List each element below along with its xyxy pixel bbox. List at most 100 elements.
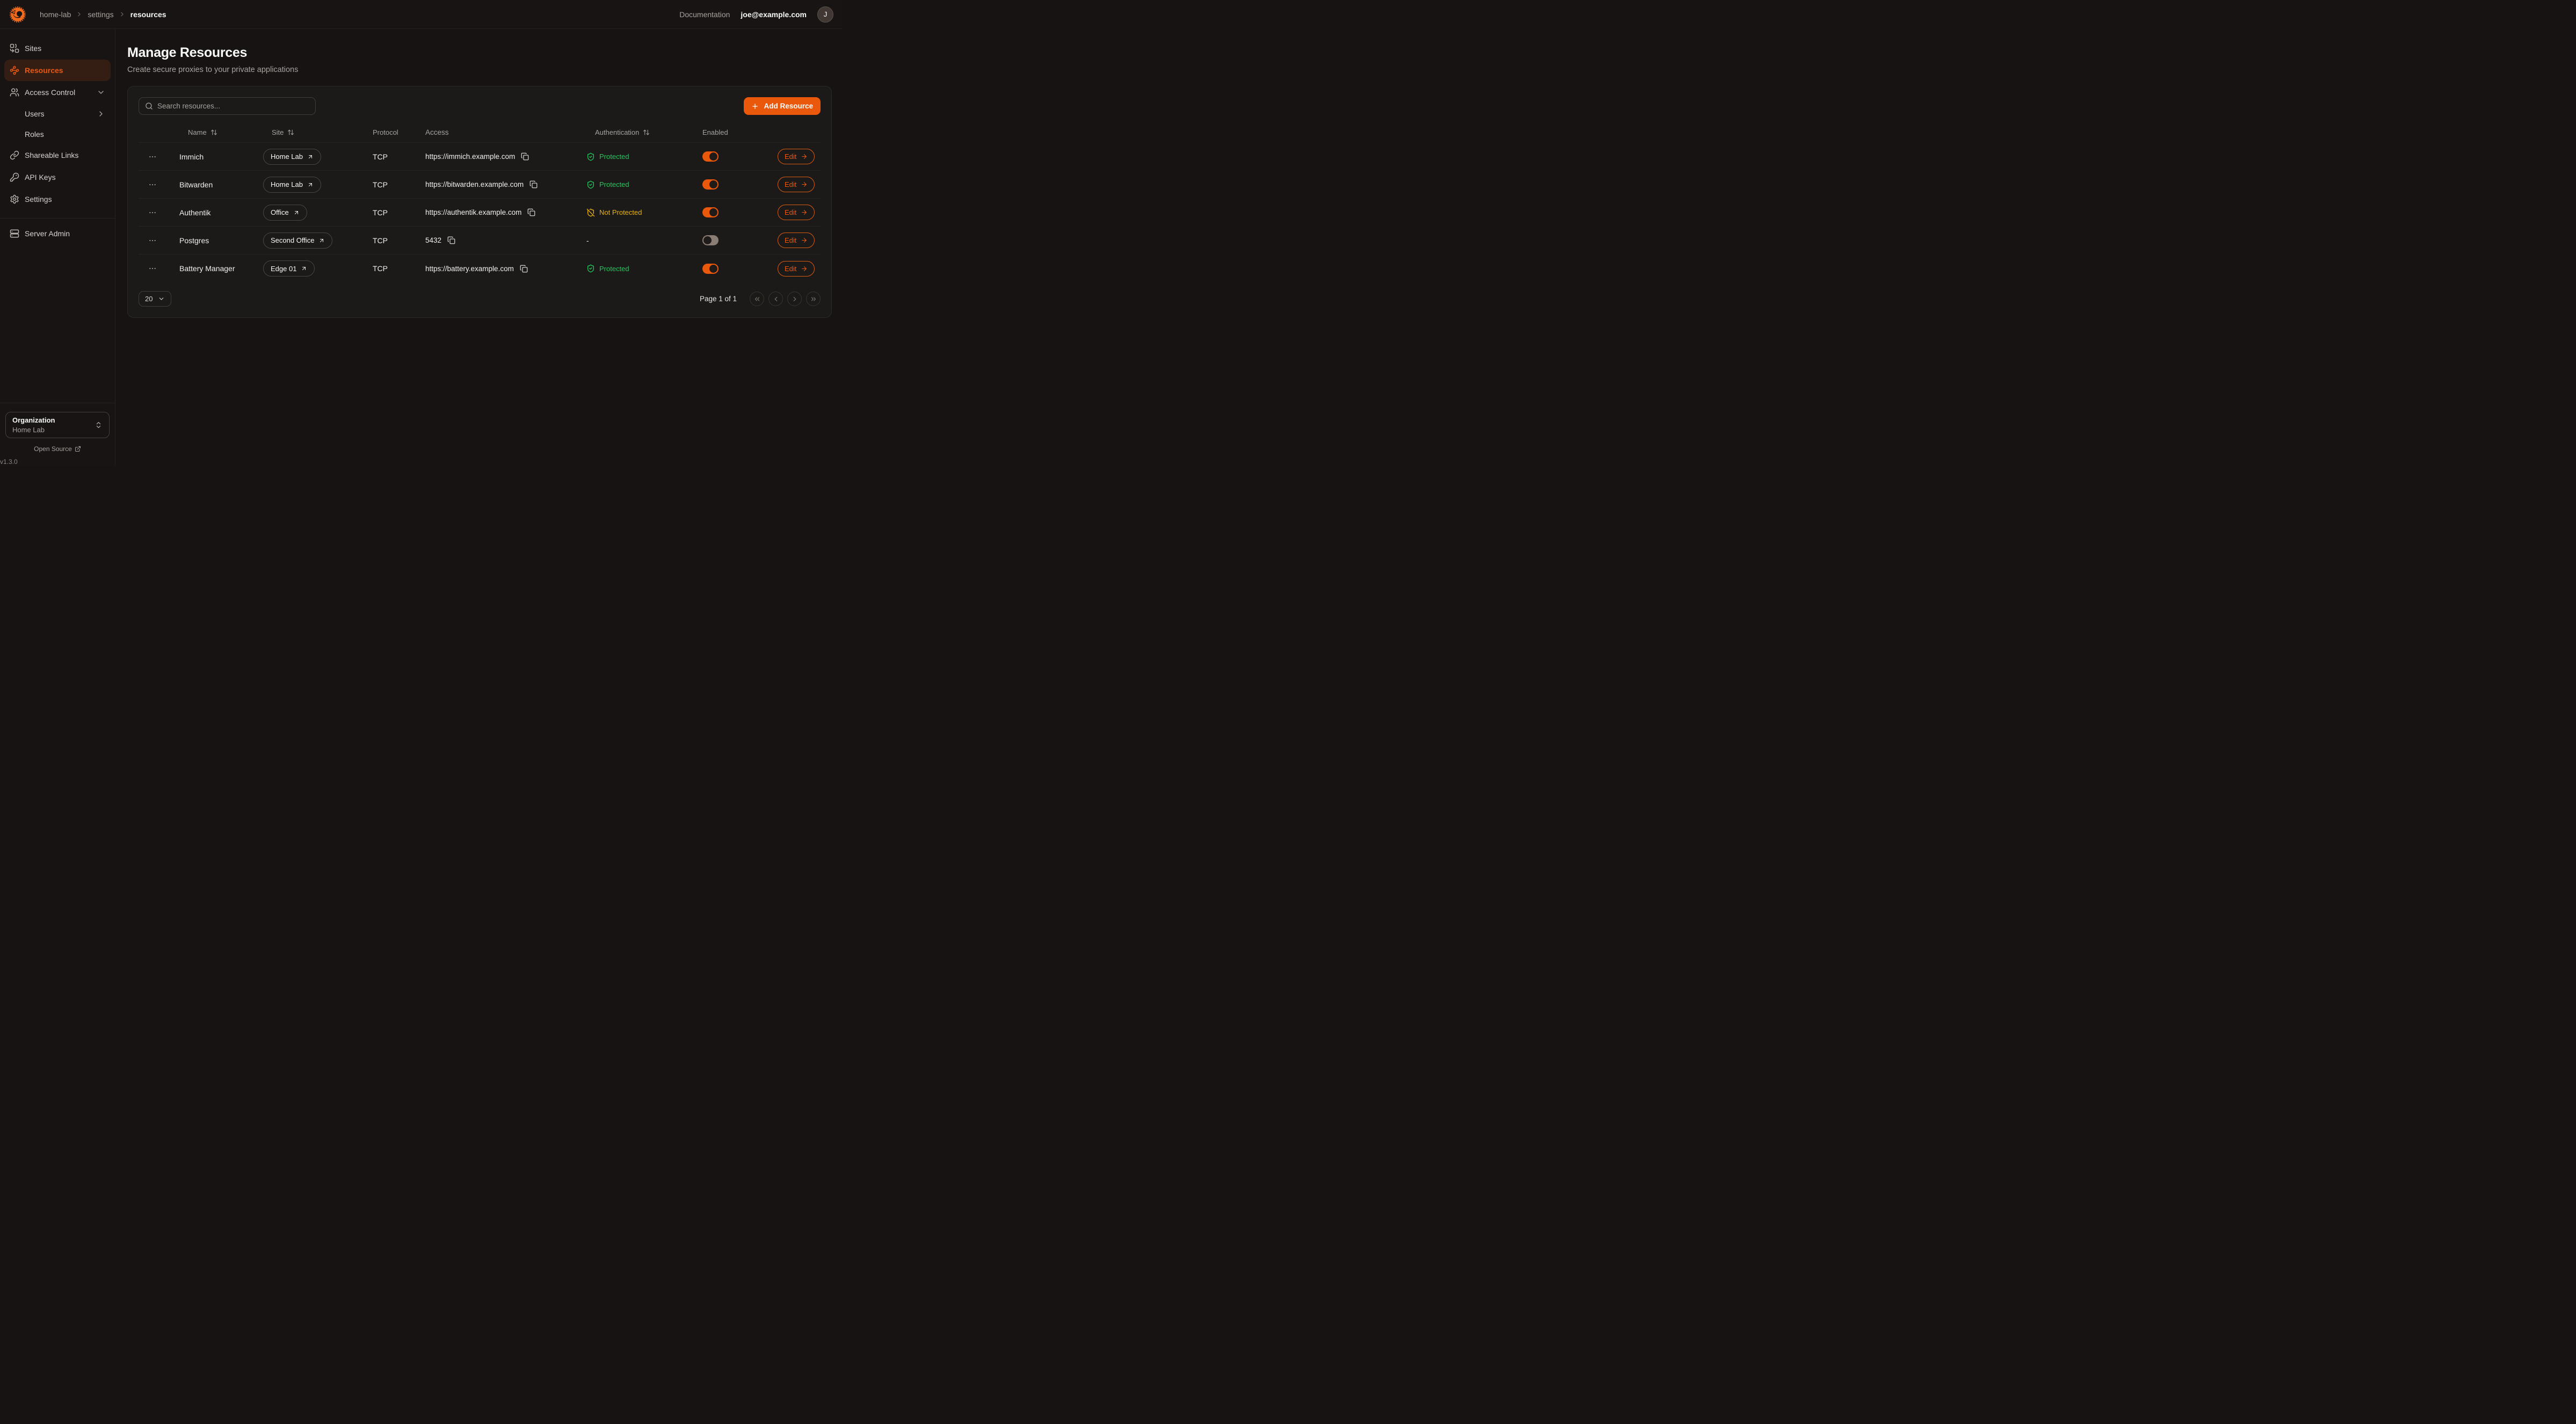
resource-name: Immich — [179, 152, 263, 161]
authentication-cell: - — [586, 236, 702, 245]
sidebar-item-users[interactable]: Users — [4, 104, 111, 123]
app-logo-pangolin-icon — [9, 5, 27, 24]
page-title: Manage Resources — [127, 45, 832, 61]
shield-check-icon — [586, 264, 595, 273]
site-link-button[interactable]: Home Lab — [263, 177, 321, 193]
site-link-button[interactable]: Office — [263, 205, 307, 221]
column-header-label: Access — [425, 128, 449, 136]
arrow-up-right-icon — [307, 181, 314, 188]
row-actions-menu-button[interactable] — [147, 207, 158, 218]
edit-button[interactable]: Edit — [778, 205, 815, 220]
sort-button-name[interactable]: Name — [179, 128, 217, 136]
main-content: Manage Resources Create secure proxies t… — [115, 29, 844, 466]
page-size-select[interactable]: 20 — [139, 291, 171, 307]
gear-icon — [10, 194, 19, 204]
open-source-label: Open Source — [34, 445, 72, 453]
open-source-link[interactable]: Open Source — [34, 445, 81, 453]
arrow-right-icon — [801, 209, 808, 216]
copy-button[interactable] — [447, 236, 456, 245]
last-page-button[interactable] — [806, 292, 821, 306]
sidebar-item-api-keys[interactable]: API Keys — [4, 166, 111, 188]
breadcrumb-settings[interactable]: settings — [88, 10, 113, 19]
user-email[interactable]: joe@example.com — [741, 10, 807, 19]
copy-button[interactable] — [519, 264, 528, 273]
site-link-button[interactable]: Home Lab — [263, 149, 321, 165]
copy-icon — [521, 152, 529, 161]
sidebar-item-resources[interactable]: Resources — [4, 60, 111, 81]
add-resource-button[interactable]: Add Resource — [744, 97, 821, 115]
documentation-link[interactable]: Documentation — [679, 10, 730, 19]
site-link-button[interactable]: Second Office — [263, 233, 332, 249]
column-header-protocol: Protocol — [373, 128, 425, 136]
sidebar: Sites ResourcesAccess ControlUsersRoles Sh… — [0, 29, 115, 466]
row-actions-menu-button[interactable] — [147, 263, 158, 274]
resource-name: Postgres — [179, 236, 263, 245]
auth-status-badge: - — [586, 236, 589, 245]
plus-icon — [751, 103, 759, 110]
enabled-toggle[interactable] — [702, 264, 719, 274]
sidebar-item-access-control[interactable]: Access Control — [4, 82, 111, 103]
resource-access-url: https://battery.example.com — [425, 265, 514, 273]
resource-protocol: TCP — [373, 180, 425, 189]
sidebar-item-settings[interactable]: Settings — [4, 188, 111, 210]
row-actions-menu-button[interactable] — [147, 151, 158, 162]
sort-button-authentication[interactable]: Authentication — [586, 128, 650, 136]
toggle-knob — [709, 265, 717, 273]
next-page-button[interactable] — [787, 292, 802, 306]
auth-status-badge: Protected — [599, 265, 629, 273]
sidebar-divider — [0, 218, 115, 219]
organization-selector[interactable]: Organization Home Lab — [5, 412, 110, 438]
sidebar-item-server-admin[interactable]: Server Admin — [4, 223, 111, 244]
enabled-toggle[interactable] — [702, 151, 719, 162]
edit-button[interactable]: Edit — [778, 233, 815, 248]
site-name: Edge 01 — [271, 265, 296, 273]
edit-label: Edit — [785, 152, 796, 161]
avatar[interactable]: J — [817, 6, 833, 23]
authentication-cell: Protected — [586, 180, 702, 189]
page-size-value: 20 — [145, 295, 153, 303]
site-link-button[interactable]: Edge 01 — [263, 260, 315, 277]
copy-button[interactable] — [520, 152, 529, 161]
breadcrumb-resources[interactable]: resources — [130, 10, 166, 19]
resource-protocol: TCP — [373, 264, 425, 273]
enabled-toggle[interactable] — [702, 179, 719, 190]
sidebar-item-label: Sites — [25, 44, 41, 53]
edit-button[interactable]: Edit — [778, 177, 815, 192]
sidebar-item-roles[interactable]: Roles — [4, 124, 111, 144]
sidebar-item-label: Shareable Links — [25, 151, 78, 159]
shield-check-icon — [586, 152, 595, 161]
arrow-right-icon — [801, 237, 808, 244]
previous-page-button[interactable] — [768, 292, 783, 306]
table-row: ImmichHome LabTCPhttps://immich.example.… — [139, 143, 821, 171]
arrow-up-right-icon — [301, 265, 307, 272]
arrow-right-icon — [801, 265, 808, 272]
search-input[interactable] — [157, 102, 309, 110]
sidebar-item-shareable-links[interactable]: Shareable Links — [4, 144, 111, 166]
enabled-toggle[interactable] — [702, 207, 719, 217]
site-name: Home Lab — [271, 152, 303, 161]
authentication-cell: Protected — [586, 152, 702, 161]
sidebar-admin-nav: Server Admin — [0, 223, 115, 245]
edit-button[interactable]: Edit — [778, 261, 815, 277]
row-actions-menu-button[interactable] — [147, 235, 158, 246]
copy-button[interactable] — [527, 208, 536, 217]
search-box — [139, 97, 316, 115]
resource-name: Authentik — [179, 208, 263, 217]
toggle-knob — [709, 208, 717, 216]
table-row: BitwardenHome LabTCPhttps://bitwarden.ex… — [139, 171, 821, 199]
table-row: Battery ManagerEdge 01TCPhttps://battery… — [139, 255, 821, 282]
copy-button[interactable] — [529, 180, 538, 189]
enabled-toggle[interactable] — [702, 235, 719, 245]
breadcrumb-org[interactable]: home-lab — [40, 10, 71, 19]
table-row: PostgresSecond OfficeTCP5432-Edit — [139, 227, 821, 255]
sidebar-item-label: Server Admin — [25, 229, 70, 238]
chevron-right-icon — [119, 11, 126, 18]
edit-button[interactable]: Edit — [778, 149, 815, 164]
column-header-label: Authentication — [595, 128, 639, 136]
resources-table: NameSiteProtocolAccessAuthenticationEnab… — [139, 122, 821, 282]
sort-button-site[interactable]: Site — [263, 128, 294, 136]
sidebar-item-sites[interactable]: Sites — [4, 38, 111, 59]
first-page-button[interactable] — [750, 292, 764, 306]
row-actions-menu-button[interactable] — [147, 179, 158, 190]
sort-icon — [287, 129, 294, 136]
